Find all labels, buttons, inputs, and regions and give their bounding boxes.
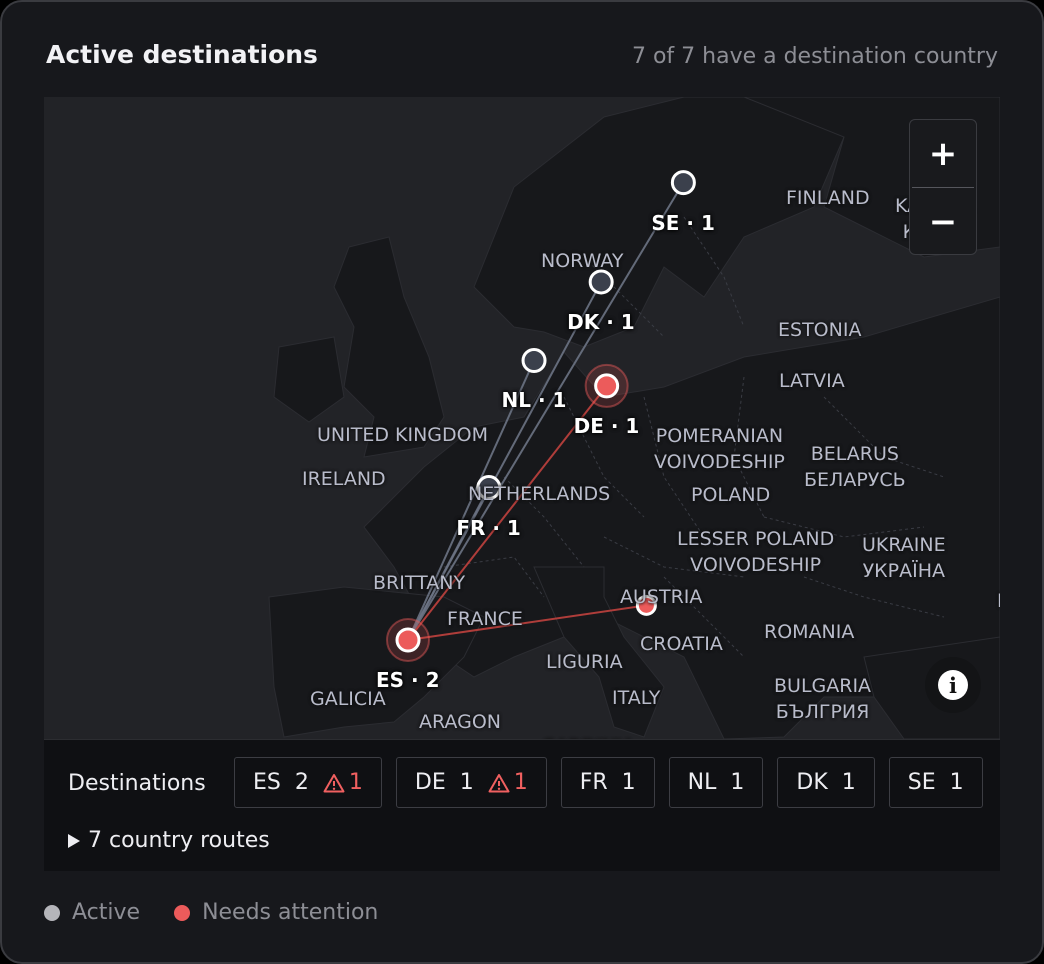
place-label-italy: ITALY [612, 687, 661, 709]
place-label-france: FRANCE [447, 608, 523, 630]
destination-label-es: ES · 2 [376, 668, 440, 692]
place-label-norway: NORWAY [541, 250, 624, 272]
destination-chip-se[interactable]: SE 1 [888, 757, 983, 808]
chip-code: DE [414, 770, 446, 795]
chip-count: 1 [459, 770, 474, 795]
destination-label-dk: DK · 1 [567, 309, 635, 334]
destinations-map[interactable]: FINLANDKARELIAКАРЕЛNORWAYESTONIALATVIAUN… [44, 97, 1000, 739]
disclosure-triangle-icon [68, 833, 80, 848]
legend-item-active: Active [44, 900, 140, 925]
chip-count: 1 [949, 770, 964, 795]
marker-de [594, 373, 620, 399]
chip-code: ES [253, 770, 281, 795]
destination-chip-fr[interactable]: FR 1 [560, 757, 655, 808]
chip-count: 1 [841, 770, 856, 795]
card-subtitle: 7 of 7 have a destination country [631, 44, 998, 69]
warning-triangle-icon [488, 773, 510, 792]
chip-code: NL [687, 770, 717, 795]
legend-label: Active [72, 900, 141, 925]
warning-triangle-icon [323, 773, 345, 792]
destinations-label: Destinations [68, 771, 206, 796]
chip-warning-count: 1 [513, 770, 528, 795]
place-label-belarus: BELARUS БЕЛАРУСЬ [804, 443, 906, 491]
info-icon: i [938, 670, 968, 700]
chip-code: FR [579, 770, 608, 795]
place-label-pomeranian: POMERANIAN VOIVODESHIP [654, 425, 785, 473]
place-label-uk: UNITED KINGDOM [317, 424, 488, 446]
place-label-poland: POLAND [691, 484, 771, 506]
place-label-croatia: CROATIA [640, 633, 723, 655]
zoom-control: + − [909, 119, 977, 255]
place-label-bulgaria: BULGARIA БЪЛГРИЯ [774, 675, 872, 723]
chip-code: DK [796, 770, 828, 795]
destination-chip-nl[interactable]: NL 1 [668, 757, 764, 808]
zoom-in-button[interactable]: + [910, 120, 976, 187]
place-label-romania: ROMANIA [764, 621, 855, 643]
marker-es [395, 627, 421, 653]
zoom-out-button[interactable]: − [910, 188, 976, 255]
legend-label: Needs attention [202, 900, 379, 925]
destination-chip-dk[interactable]: DK 1 [777, 757, 875, 808]
place-label-galicia: GALICIA [310, 688, 386, 710]
place-label-austria: AUSTRIA [620, 586, 703, 608]
destination-chip-de[interactable]: DE 1 1 [395, 757, 547, 808]
chip-code: SE [907, 770, 936, 795]
marker-dk [588, 269, 614, 295]
place-label-brittany: BRITTANY [373, 572, 466, 594]
map-legend: Active Needs attention [44, 900, 378, 925]
chip-count: 2 [294, 770, 309, 795]
place-label-estonia: ESTONIA [778, 319, 862, 341]
destination-label-nl: NL · 1 [501, 388, 567, 413]
place-label-lesserpoland: LESSER POLAND VOIVODESHIP [677, 528, 835, 576]
chip-warning: 1 [323, 770, 363, 795]
destinations-footer: Destinations ES 2 1 DE 1 1 FR 1 NL 1 DK 1 SE 1 7 coun… [44, 739, 1000, 871]
marker-nl [521, 347, 547, 373]
destination-label-de: DE · 1 [573, 413, 640, 438]
place-label-aragon: ARAGON [419, 711, 501, 733]
ireland-landmass [273, 336, 345, 423]
map-info-button[interactable]: i [925, 657, 981, 713]
chip-count: 1 [621, 770, 636, 795]
destination-label-se: SE · 1 [651, 210, 715, 235]
place-label-ukraine: UKRAINE УКРАЇНА [862, 534, 946, 582]
place-label-ireland: IRELAND [302, 468, 386, 490]
legend-dot-icon [174, 904, 191, 921]
place-label-repu: REPU [997, 590, 1000, 612]
country-routes-label: 7 country routes [88, 828, 270, 853]
chip-warning-count: 1 [348, 770, 363, 795]
marker-se [670, 170, 696, 196]
card-title: Active destinations [46, 40, 318, 69]
legend-item-attention: Needs attention [174, 900, 378, 925]
destination-chips: ES 2 1 DE 1 1 FR 1 NL 1 DK 1 SE 1 [234, 757, 983, 808]
chip-warning: 1 [488, 770, 528, 795]
place-label-latvia: LATVIA [779, 370, 845, 392]
legend-dot-icon [44, 904, 60, 921]
place-label-finland: FINLAND [786, 187, 870, 209]
place-label-netherlands: NETHERLANDS [468, 483, 611, 505]
country-routes-toggle[interactable]: 7 country routes [68, 828, 270, 853]
place-label-liguria: LIGURIA [546, 651, 623, 673]
destination-chip-es[interactable]: ES 2 1 [234, 757, 382, 808]
chip-count: 1 [730, 770, 745, 795]
destination-label-fr: FR · 1 [456, 515, 521, 540]
